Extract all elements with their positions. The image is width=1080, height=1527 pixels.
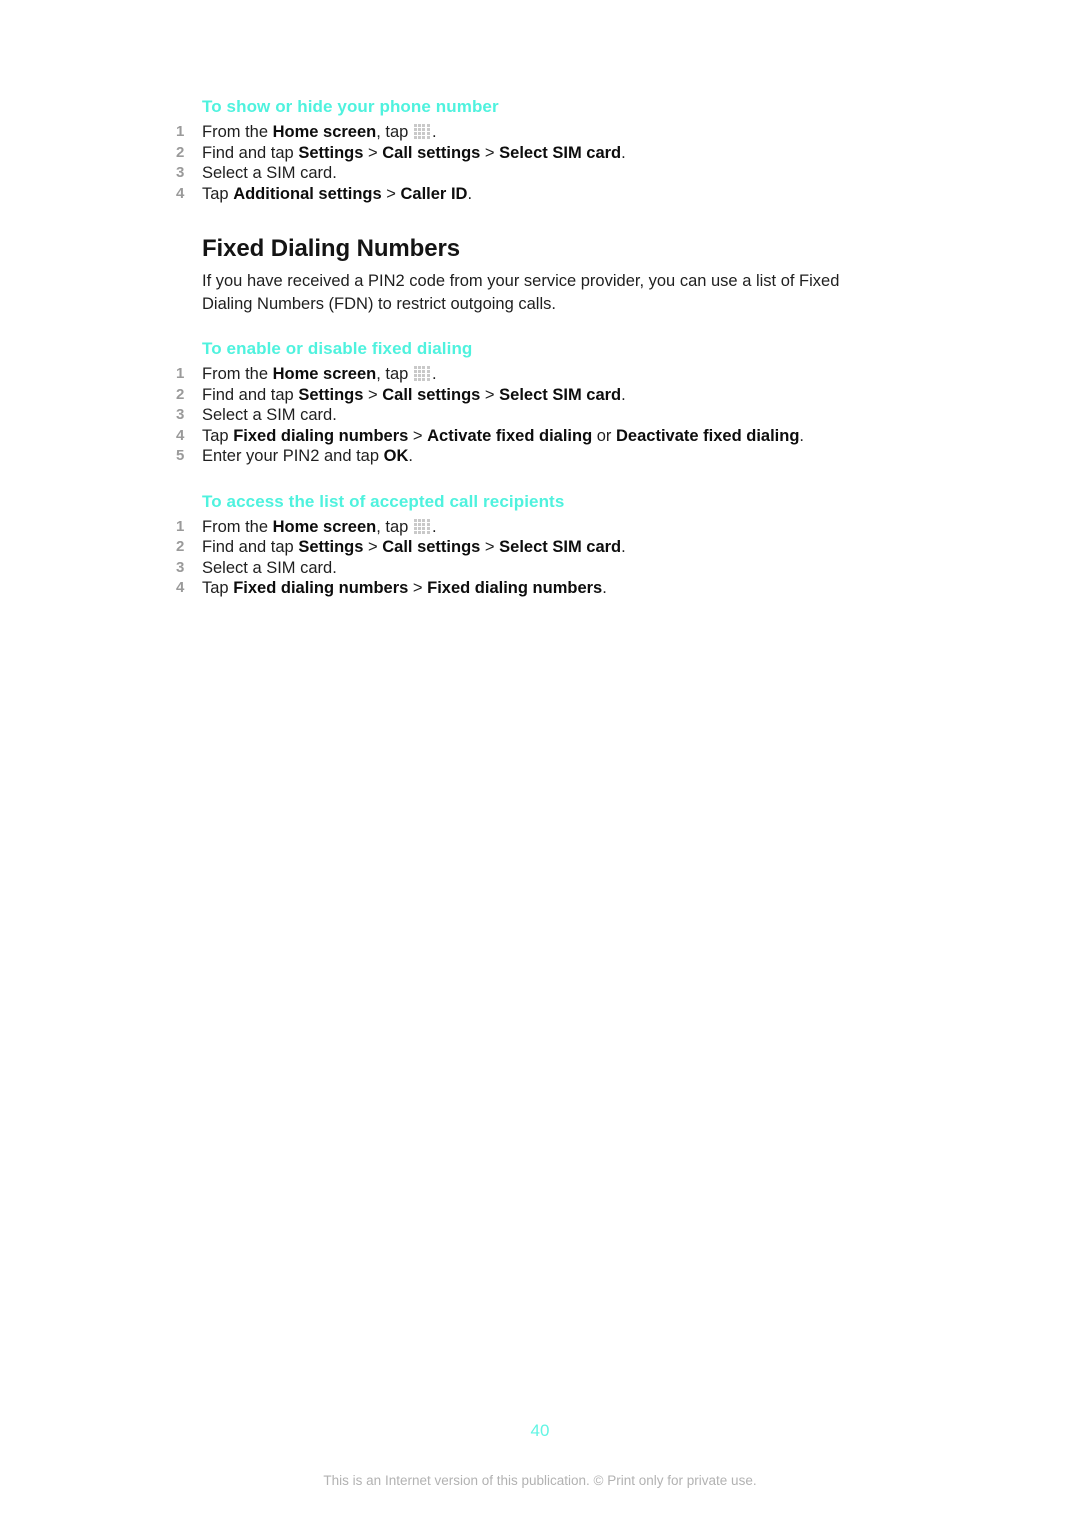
list-item: Find and tap Settings > Call settings > … (176, 385, 890, 406)
list-item: Select a SIM card. (176, 405, 890, 426)
step-text-bold: Home screen (272, 517, 377, 536)
list-item: From the Home screen, tap . (176, 122, 890, 143)
list-item: Find and tap Settings > Call settings > … (176, 143, 890, 164)
step-text-bold: Fixed dialing numbers (233, 579, 409, 597)
list-item: Tap Fixed dialing numbers > Fixed dialin… (176, 578, 890, 599)
list-item: Enter your PIN2 and tap OK. (176, 446, 890, 467)
steps-enable-disable-fixed-dialing: From the Home screen, tap . Find and tap… (176, 364, 890, 467)
step-text-suffix: . (467, 184, 473, 203)
step-text-prefix: Select a SIM card. (202, 406, 337, 424)
step-text-prefix: From the (202, 365, 273, 383)
step-text-prefix: From the (202, 123, 273, 141)
step-text-bold: Deactivate fixed dialing (616, 426, 800, 445)
step-text-suffix: . (621, 143, 626, 162)
list-item: Select a SIM card. (176, 558, 890, 579)
list-item: From the Home screen, tap . (176, 517, 890, 538)
step-text-suffix: . (621, 538, 626, 556)
step-separator: > (480, 538, 500, 556)
step-text-bold: Additional settings (233, 184, 382, 203)
step-text-prefix: Find and tap (202, 538, 299, 556)
step-text-prefix: Find and tap (202, 385, 299, 404)
app-drawer-icon (413, 124, 431, 140)
step-separator: > (363, 143, 383, 162)
step-separator: > (381, 184, 401, 203)
heading-show-hide-phone-number: To show or hide your phone number (202, 97, 499, 116)
step-text-prefix: Select a SIM card. (202, 164, 337, 182)
document-page: To show or hide your phone number From t… (0, 0, 1080, 1527)
step-text-bold: Settings (298, 385, 364, 404)
list-item: Tap Additional settings > Caller ID. (176, 184, 890, 205)
paragraph-fixed-dialing-intro: If you have received a PIN2 code from yo… (202, 272, 840, 313)
heading-enable-disable-fixed-dialing: To enable or disable fixed dialing (202, 339, 473, 358)
step-text-bold: Home screen (272, 123, 377, 141)
step-text-bold: Fixed dialing numbers (427, 579, 603, 597)
list-item: Tap Fixed dialing numbers > Activate fix… (176, 426, 890, 447)
step-text-bold: Select SIM card (499, 538, 622, 556)
step-text-prefix: Enter your PIN2 and tap (202, 447, 384, 465)
step-text-suffix: . (799, 426, 805, 445)
app-drawer-icon (413, 518, 431, 535)
step-text-bold: Call settings (382, 538, 481, 556)
step-text-bold: Home screen (272, 365, 377, 383)
step-text-prefix: Select a SIM card. (202, 558, 337, 577)
steps-show-hide-phone-number: From the Home screen, tap . Find and tap… (176, 122, 890, 204)
step-text-prefix: Find and tap (202, 143, 299, 162)
page-title-fixed-dialing-numbers: Fixed Dialing Numbers (202, 235, 460, 262)
step-text-suffix: . (621, 385, 626, 404)
step-separator: > (363, 538, 383, 556)
step-text-bold: OK (383, 447, 409, 465)
step-text-bold: Caller ID (400, 184, 468, 203)
step-text-bold: Call settings (382, 385, 481, 404)
step-separator: > (363, 385, 383, 404)
step-text-mid: , tap (376, 365, 413, 383)
step-text-prefix: From the (202, 517, 273, 536)
app-drawer-icon (413, 366, 431, 382)
page-number: 40 (530, 1421, 550, 1440)
step-text-mid: , tap (376, 123, 413, 141)
list-item: Find and tap Settings > Call settings > … (176, 537, 890, 558)
heading-access-accepted-call-recipients: To access the list of accepted call reci… (202, 491, 565, 511)
step-text-bold: Select SIM card (499, 385, 622, 404)
step-text-suffix: . (431, 517, 437, 536)
step-separator: > (408, 579, 428, 597)
step-separator: or (592, 426, 617, 445)
step-text-mid: , tap (376, 517, 413, 536)
step-text-bold: Fixed dialing numbers (233, 426, 409, 445)
list-item: From the Home screen, tap . (176, 364, 890, 385)
step-text-prefix: Tap (202, 579, 234, 597)
step-separator: > (408, 426, 428, 445)
step-text-bold: Settings (298, 143, 364, 162)
step-text-prefix: Tap (202, 426, 234, 445)
step-separator: > (480, 143, 500, 162)
list-item: Select a SIM card. (176, 163, 890, 184)
steps-access-accepted-call-recipients: From the Home screen, tap . Find and tap… (176, 517, 890, 599)
step-text-bold: Settings (298, 538, 364, 556)
page-content: To show or hide your phone number From t… (176, 96, 890, 599)
step-text-suffix: . (431, 365, 437, 383)
step-text-bold: Call settings (382, 143, 481, 162)
step-text-prefix: Tap (202, 184, 234, 203)
footer-copyright-note: This is an Internet version of this publ… (323, 1473, 757, 1488)
step-text-suffix: . (431, 123, 437, 141)
step-text-bold: Select SIM card (499, 143, 622, 162)
step-text-suffix: . (408, 447, 413, 465)
step-separator: > (480, 385, 500, 404)
step-text-suffix: . (602, 579, 607, 597)
step-text-bold: Activate fixed dialing (427, 426, 593, 445)
